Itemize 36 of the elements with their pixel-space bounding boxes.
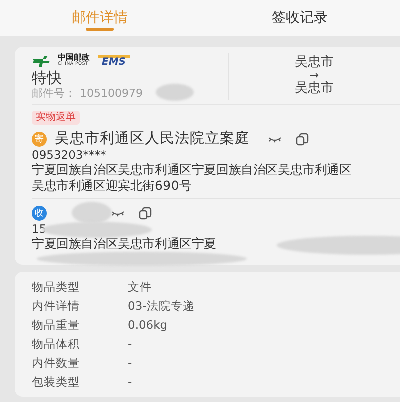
number-label: 邮件号：: [32, 87, 76, 100]
phone-number: 0953203****: [32, 148, 106, 162]
tab-underline: [86, 28, 114, 31]
detail-value: -: [128, 375, 132, 389]
logo-text: 中国邮政: [58, 54, 90, 61]
detail-value: 文件: [128, 280, 152, 294]
detail-value: -: [128, 337, 132, 351]
address-text: 宁夏回族自治区吴忠市利通区宁夏回族自治区吴忠市利通区: [32, 162, 352, 178]
badge: 寄: [32, 132, 47, 146]
arrow-text: →: [310, 71, 320, 81]
address-text: 吴忠市利通区迎宾北街690号: [32, 178, 192, 194]
mail-number: 105100979: [80, 87, 143, 100]
detail-label: 内件详情: [32, 299, 80, 313]
eye-closed-icon: [111, 209, 125, 217]
detail-label: 物品体积: [32, 337, 80, 351]
detail-label: 内件数量: [32, 356, 80, 370]
detail-value: 0.06kg: [128, 318, 168, 332]
copy-icon[interactable]: [139, 206, 152, 220]
detail-value: -: [128, 356, 132, 370]
destination-city: 吴忠市: [295, 81, 334, 97]
tag: 实物返单: [32, 111, 80, 125]
badge: 收: [32, 206, 47, 220]
tab[interactable]: 签收记录: [200, 0, 400, 36]
detail-label: 物品类型: [32, 280, 80, 294]
copy-icon[interactable]: [296, 132, 309, 146]
post-logo-icon: [32, 53, 50, 69]
address-text: 宁夏回族自治区吴忠市利通区宁夏: [32, 236, 216, 252]
detail-label: 物品重量: [32, 318, 80, 332]
origin-city: 吴忠市: [295, 55, 334, 71]
party-name: 吴忠市利通区人民法院立案庭: [55, 130, 250, 148]
detail-label: 包装类型: [32, 375, 80, 389]
phone-number: 15: [32, 222, 47, 236]
detail-value: 03-法院专递: [128, 299, 195, 313]
eye-closed-icon: [268, 135, 282, 143]
ems-logo: EMS: [98, 55, 130, 67]
service-type: 特快: [32, 69, 63, 87]
